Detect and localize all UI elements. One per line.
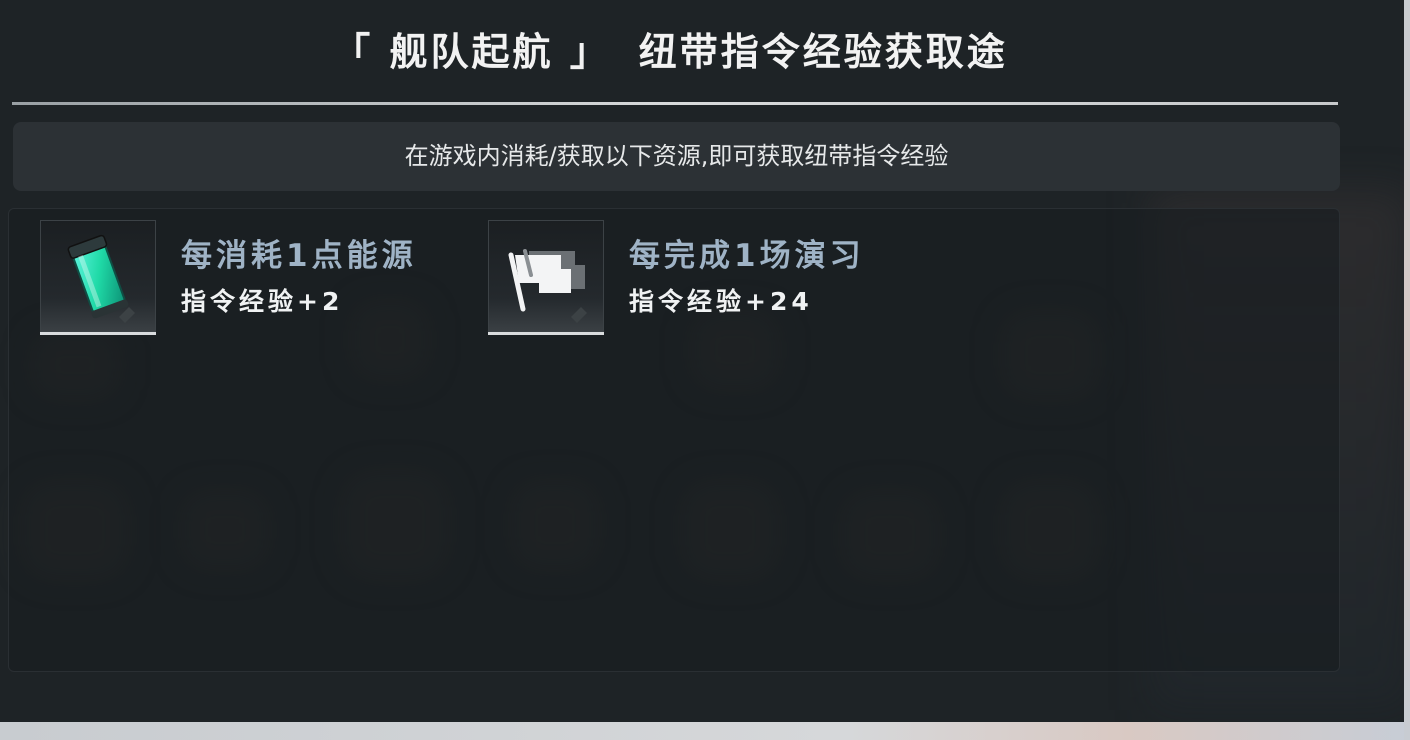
item-icon-frame bbox=[488, 220, 604, 335]
title-divider bbox=[12, 102, 1338, 105]
item-title: 每消耗1点能源 bbox=[181, 238, 417, 274]
page-title-event: 「 舰队起航 」 bbox=[332, 29, 611, 74]
notice-banner: 在游戏内消耗/获取以下资源,即可获取纽带指令经验 bbox=[13, 122, 1340, 191]
page-title-main: 纽带指令经验获取途 bbox=[638, 29, 1008, 74]
exp-sources-panel: 「 舰队起航 」纽带指令经验获取途 在游戏内消耗/获取以下资源,即可获取纽带指令… bbox=[0, 0, 1404, 722]
item-icon-frame bbox=[40, 220, 156, 335]
background-edge bbox=[1404, 0, 1410, 740]
flags-icon bbox=[508, 249, 587, 323]
background-strip bbox=[0, 722, 1410, 740]
item-reward: 指令经验+2 bbox=[181, 287, 344, 316]
sources-list bbox=[8, 208, 1340, 672]
page-title: 「 舰队起航 」纽带指令经验获取途 bbox=[0, 22, 1340, 82]
energy-canister-icon bbox=[67, 234, 135, 323]
item-reward: 指令经验+24 bbox=[629, 287, 813, 316]
item-title: 每完成1场演习 bbox=[629, 238, 865, 274]
notice-text: 在游戏内消耗/获取以下资源,即可获取纽带指令经验 bbox=[404, 142, 949, 170]
